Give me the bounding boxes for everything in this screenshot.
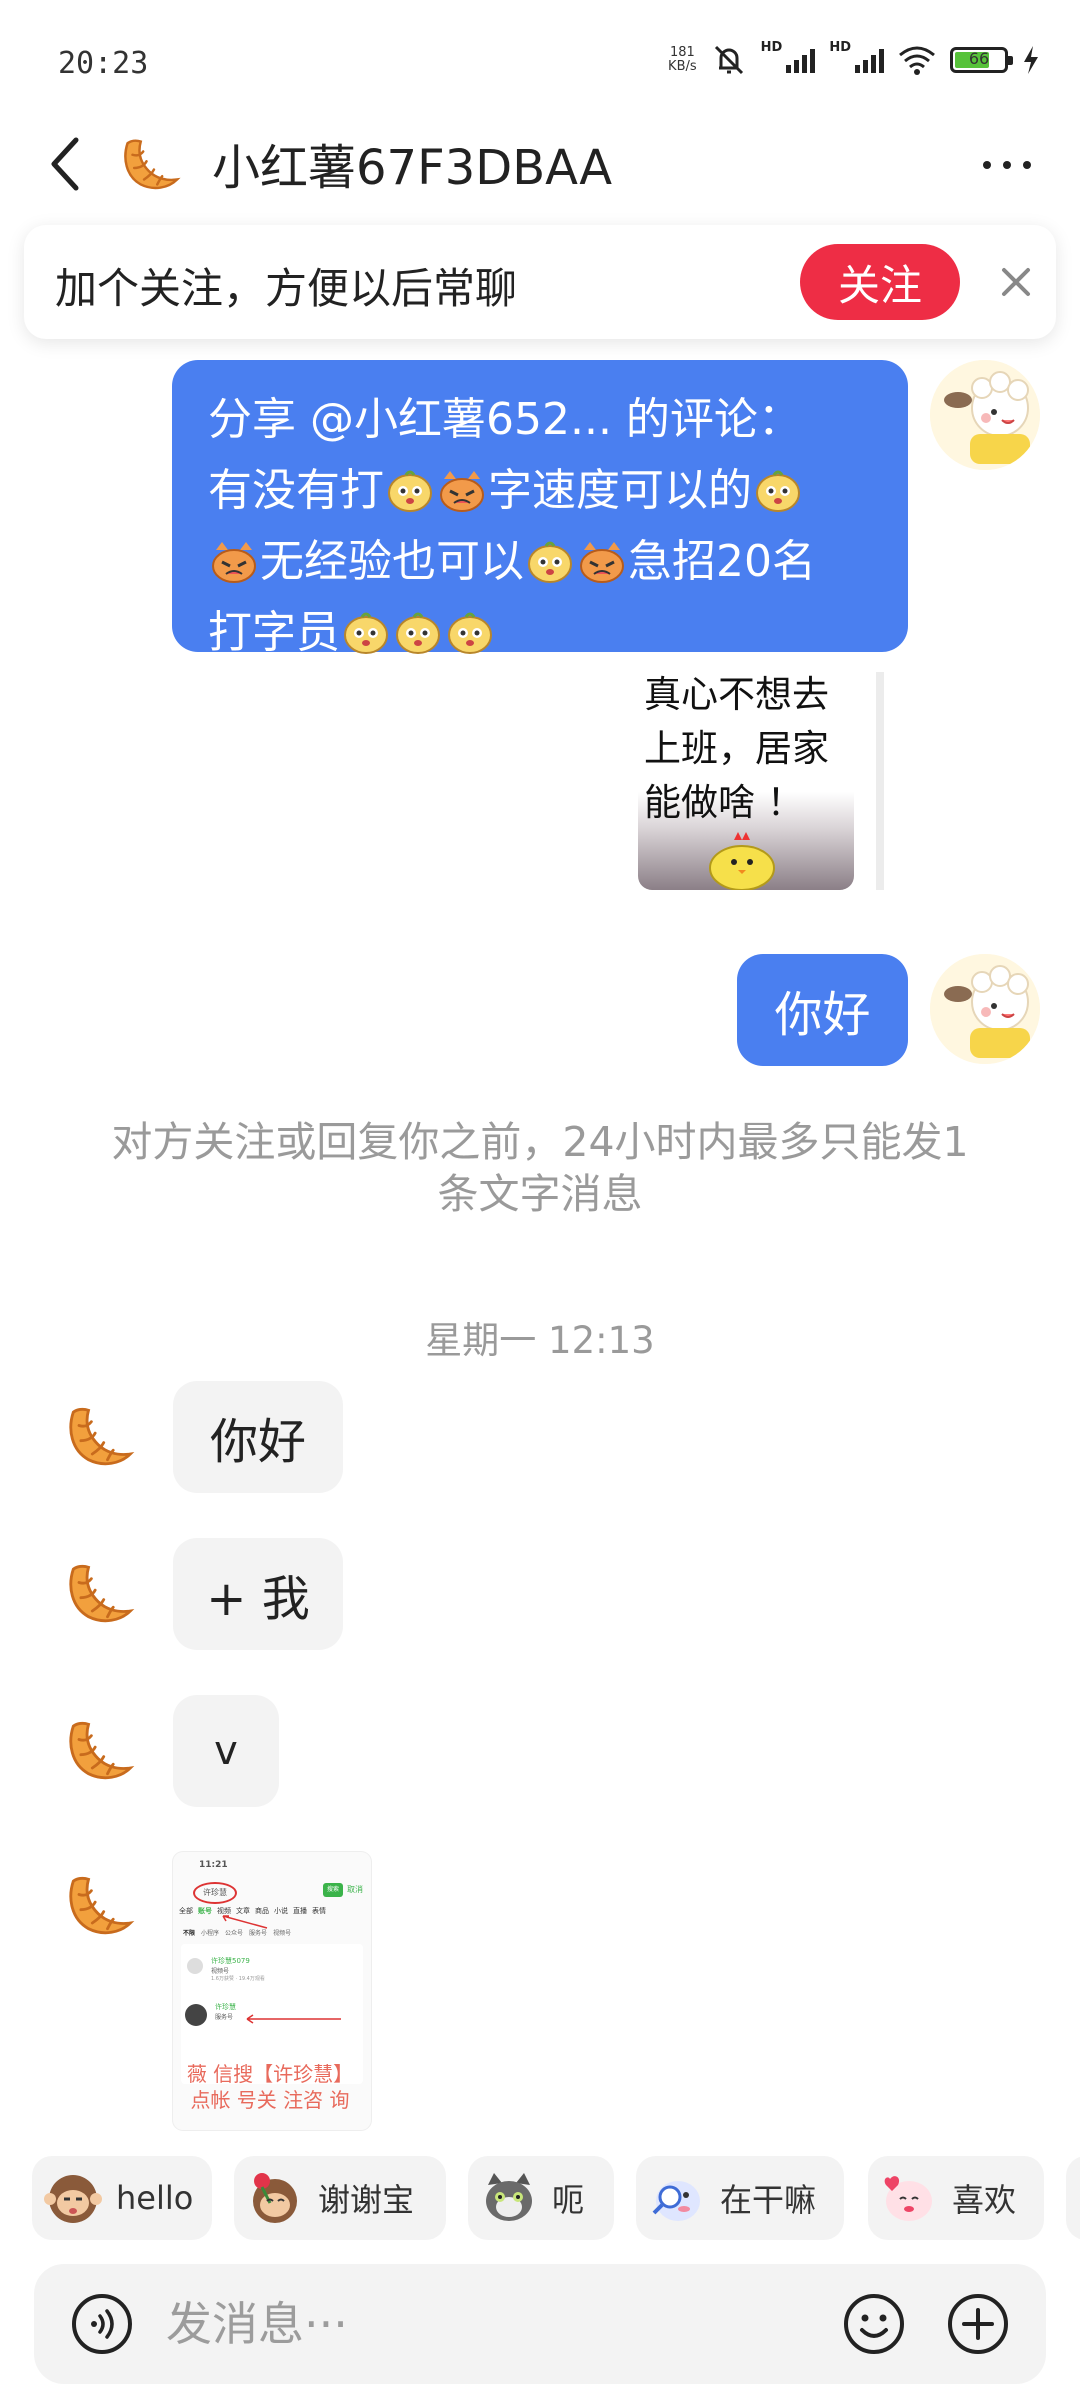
quick-reply-chip[interactable]: 呃 <box>468 2156 614 2240</box>
quick-reply-chip[interactable]: 谢谢宝 <box>234 2156 446 2240</box>
mini-subtab: 不限 <box>183 1930 196 1937</box>
battery-level: 66 <box>968 49 990 68</box>
emoji-face-icon <box>526 540 574 584</box>
quick-reply-chip[interactable]: 喜欢 <box>868 2156 1044 2240</box>
quick-reply-label: 呃 <box>552 2181 585 2219</box>
mini-avatar <box>185 2004 207 2026</box>
mini-subtab-row: 不限 小程序 公众号 服务号 视频号 <box>183 1928 291 1937</box>
quick-reply-label: 喜欢 <box>952 2181 1017 2219</box>
quick-reply-chip[interactable]: hello <box>32 2156 212 2240</box>
image-caption: 薇 信搜【许珍慧】 点帐 号关 注咨 询 <box>186 2062 354 2112</box>
mini-cancel: 取消 <box>347 1885 363 1894</box>
wifi-icon <box>899 46 935 75</box>
net-speed: 181 KB/s <box>668 46 697 74</box>
emoji-icon[interactable] <box>842 2292 906 2356</box>
croissant-avatar-icon[interactable] <box>60 1554 136 1630</box>
mini-tab: 全部 <box>179 1907 193 1915</box>
mini-arrow <box>246 2014 341 2024</box>
battery-icon: 66 <box>950 47 1013 73</box>
voice-icon[interactable] <box>70 2292 134 2356</box>
message-timestamp: 星期一 12:13 <box>425 1319 655 1362</box>
back-chevron-icon[interactable] <box>46 136 86 192</box>
croissant-avatar-icon[interactable] <box>116 130 182 196</box>
net-speed-value: 181 <box>669 45 695 60</box>
mini-subtab: 服务号 <box>249 1930 268 1937</box>
mini-tab: 账号 <box>198 1907 212 1915</box>
my-avatar[interactable] <box>930 360 1040 470</box>
mini-subtab: 公众号 <box>225 1930 244 1937</box>
emoji-cat-icon <box>210 540 258 584</box>
hd-label: HD <box>760 40 783 55</box>
quick-reply-label: 谢谢宝 <box>318 2181 415 2219</box>
croissant-avatar-icon[interactable] <box>60 1866 136 1942</box>
chick-icon <box>709 832 775 890</box>
message-input[interactable] <box>164 2290 808 2358</box>
message-bubble-in[interactable]: 你好 <box>173 1381 343 1493</box>
shared-comment-body: 有没有打 字速度可以的 无经验也可以 急招20名 打字员 <box>208 455 872 668</box>
mini-tab: 小说 <box>274 1907 288 1915</box>
mini-result-sub: 服务号 <box>215 2014 234 2021</box>
shared-note-text: 真心不想去上班，居家能做啥 ！ <box>644 673 829 824</box>
follow-button[interactable]: 关注 <box>800 244 960 320</box>
emoji-cat-icon <box>578 540 626 584</box>
card-divider <box>876 672 884 890</box>
mini-tab: 直播 <box>293 1907 307 1915</box>
hd-label: HD <box>829 40 851 55</box>
message-bubble-in[interactable]: + 我 <box>173 1538 343 1650</box>
more-dots-icon[interactable] <box>974 150 1040 180</box>
monkey-rose-sticker-icon <box>253 2173 297 2223</box>
follow-banner-text: 加个关注，方便以后常聊 <box>55 264 518 313</box>
my-avatar[interactable] <box>930 954 1040 1064</box>
status-time: 20:23 <box>58 46 149 81</box>
magnifier-sticker-icon <box>652 2181 700 2221</box>
net-speed-unit: KB/s <box>668 59 697 74</box>
comment-text: 有没有打 <box>208 465 384 516</box>
emoji-cat-icon <box>438 469 486 513</box>
monkey-sticker-icon <box>44 2175 102 2223</box>
emoji-face-icon <box>446 611 494 655</box>
signal-icon <box>855 47 884 73</box>
mini-avatar <box>187 1958 203 1974</box>
mini-result-sub: 视频号 <box>211 1968 230 1975</box>
comment-text: 字速度可以的 <box>488 465 752 516</box>
close-icon[interactable] <box>996 262 1036 302</box>
chat-title: 小红薯67F3DBAA <box>212 140 613 196</box>
shared-comment-bubble[interactable]: 分享 @小红薯652... 的评论： 有没有打 字速度可以的 无经验也可以 急招20… <box>172 360 908 658</box>
comment-text: 打字员 <box>208 607 340 658</box>
mini-search-button: 搜索 <box>323 1883 343 1897</box>
mini-result-meta: 1.6万获赞 · 19.4万观看 <box>211 1976 265 1982</box>
quick-reply-label: 在干嘛 <box>720 2181 817 2219</box>
emoji-face-icon <box>394 611 442 655</box>
quick-reply-label: hello <box>116 2179 194 2217</box>
charging-bolt-icon <box>1024 46 1038 74</box>
mini-time: 11:21 <box>199 1860 228 1870</box>
quick-reply-chip[interactable] <box>1066 2156 1080 2240</box>
mini-subtab: 视频号 <box>273 1930 292 1937</box>
mini-result-title: 许珍慧5079 <box>211 1957 250 1965</box>
comment-text: 急招20名 <box>628 536 816 587</box>
emoji-face-icon <box>342 611 390 655</box>
emoji-face-icon <box>386 469 434 513</box>
signal-icon <box>786 47 816 73</box>
shared-comment-header: 分享 @小红薯652... 的评论： <box>208 394 802 445</box>
message-bubble-in[interactable]: v <box>173 1695 279 1807</box>
croissant-avatar-icon[interactable] <box>60 1397 136 1473</box>
mini-search-box: 许珍慧 <box>193 1882 237 1904</box>
status-icons: 181 KB/s HD HD 66 <box>668 40 1040 80</box>
mini-result-title: 许珍慧 <box>215 2003 236 2011</box>
mini-subtab: 小程序 <box>201 1930 220 1937</box>
croissant-avatar-icon[interactable] <box>60 1711 136 1787</box>
mute-bell-icon <box>714 45 743 75</box>
heart-sticker-icon <box>884 2176 932 2221</box>
comment-text: 无经验也可以 <box>260 536 524 587</box>
plus-icon[interactable] <box>946 2292 1010 2356</box>
quick-reply-chip[interactable]: 在干嘛 <box>636 2156 844 2240</box>
system-notice: 对方关注或回复你之前，24小时内最多只能发1条文字消息 <box>111 1118 969 1218</box>
mini-tab: 表情 <box>312 1907 326 1915</box>
gray-cat-sticker-icon <box>486 2173 532 2221</box>
emoji-face-icon <box>754 469 802 513</box>
message-bubble-out[interactable]: 你好 <box>737 954 908 1066</box>
